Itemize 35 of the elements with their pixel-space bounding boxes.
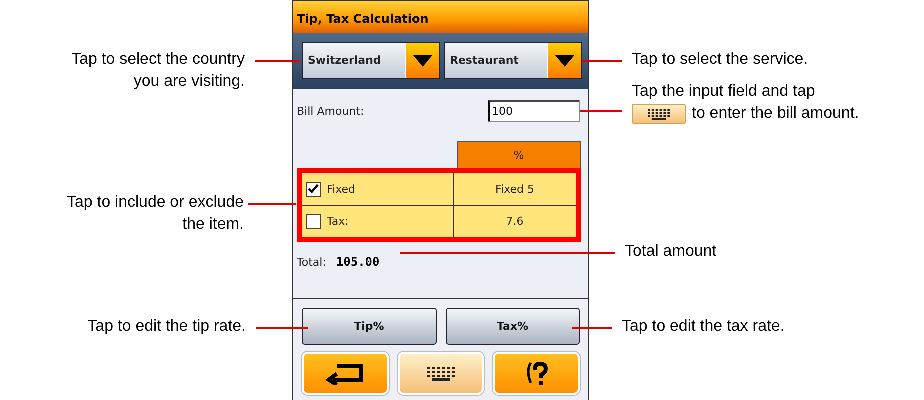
callout-text: Tap to select the country [72,50,245,70]
leader-line [580,110,622,112]
callout-text: the item. [182,215,244,235]
callout-text: Tap to include or exclude [67,193,244,213]
rate-button[interactable]: Tax% [446,308,580,345]
help-button[interactable] [493,352,580,395]
row-label: Fixed [327,182,356,196]
table-cell-text: Fixed 5 [494,182,536,198]
leader-line [582,60,622,62]
leader-line [255,60,300,62]
callout-text: you are visiting. [134,72,245,92]
row-label: Tax: [327,215,349,228]
keyboard-button[interactable] [398,352,484,395]
keyboard-icon [426,366,456,380]
callout-text: to enter the bill amount. [692,104,860,124]
leader-line [256,327,308,329]
back-button[interactable] [302,352,389,395]
callout-text: Tap to edit the tax rate. [622,317,785,337]
callout-text: Total amount [625,242,717,262]
leader-line [248,203,296,205]
keyboard-icon [647,108,671,120]
total-value: 105.00 [336,255,380,269]
rate-button[interactable]: Tip% [302,308,436,345]
bill-input[interactable]: 100 [488,100,580,122]
table-cell-text: 7.6 [505,214,525,230]
callout-text: Tap the input field and tap [632,82,816,102]
total-label: Total: [297,256,326,268]
column-header: % [457,141,581,168]
callout-text: Tap to select the service. [632,50,808,70]
checkbox[interactable] [306,214,321,229]
checkbox[interactable] [306,182,321,196]
callout-text: Tap to edit the tip rate. [88,317,246,337]
window-title: Tip, Tax Calculation [293,1,588,33]
bill-label: Bill Amount: [297,104,364,118]
leader-line [572,327,612,329]
